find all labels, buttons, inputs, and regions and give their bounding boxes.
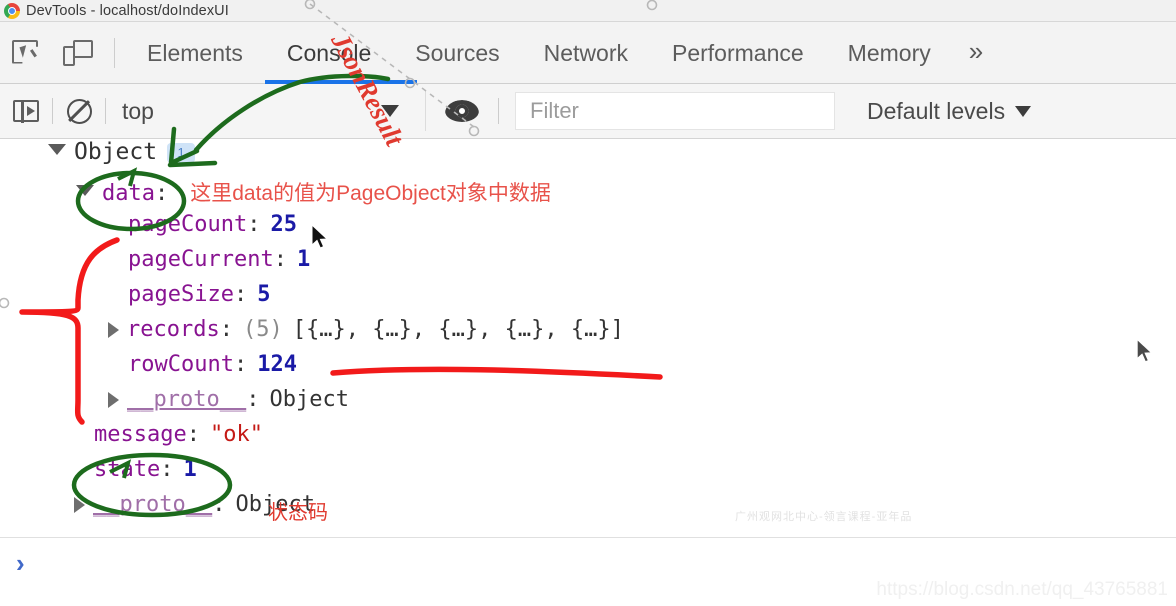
property-separator: :: [246, 387, 260, 412]
toolbar-divider: [498, 98, 499, 124]
object-label: Object: [74, 139, 158, 165]
chrome-logo-icon: [4, 2, 20, 19]
log-level-selector[interactable]: Default levels: [867, 97, 1032, 125]
property-row-state[interactable]: state : 1: [0, 457, 1176, 492]
property-value: 124: [257, 352, 297, 377]
devtools-tab-strip: Elements Console Sources Network Perform…: [0, 22, 1176, 84]
property-separator: :: [160, 457, 174, 482]
live-expression-button[interactable]: [426, 84, 498, 139]
mouse-cursor-secondary: [1136, 338, 1154, 363]
console-sidebar-button[interactable]: [0, 84, 52, 139]
property-separator: :: [154, 181, 169, 206]
inspect-element-button[interactable]: [0, 22, 52, 84]
tab-sources[interactable]: Sources: [393, 22, 521, 84]
property-key: pageCount: [128, 212, 248, 237]
property-key: rowCount: [128, 352, 234, 377]
tab-label: Performance: [672, 39, 804, 66]
property-key: message: [94, 422, 187, 447]
execution-context-value: top: [122, 97, 154, 124]
device-toolbar-button[interactable]: [52, 22, 104, 84]
tab-network[interactable]: Network: [522, 22, 650, 84]
property-key: state: [94, 457, 161, 482]
property-separator: :: [247, 212, 261, 237]
property-value: 5: [257, 282, 271, 307]
toolbar-divider: [114, 37, 115, 68]
tab-performance[interactable]: Performance: [650, 22, 826, 84]
property-value: Object: [269, 387, 349, 412]
property-row-pagecount[interactable]: pageCount : 25: [0, 212, 1176, 247]
property-separator: :: [273, 247, 287, 272]
property-row-data[interactable]: data : 这里data的值为PageObject对象中数据: [0, 177, 1176, 212]
property-row-message[interactable]: message : "ok": [0, 422, 1176, 457]
property-row-rowcount[interactable]: rowCount : 124: [0, 352, 1176, 387]
triangle-down-icon[interactable]: [48, 144, 66, 155]
property-key: records: [127, 317, 220, 342]
chevron-down-icon: [1015, 105, 1032, 117]
annotation-data-note: 这里data的值为PageObject对象中数据: [190, 182, 551, 205]
property-value: 1: [296, 247, 311, 272]
window-title: DevTools - localhost/doIndexUI: [26, 2, 229, 19]
tab-label: Memory: [847, 39, 931, 66]
clear-console-icon: [66, 98, 92, 124]
triangle-right-icon[interactable]: [108, 392, 119, 408]
log-count-badge: 1: [167, 143, 196, 163]
tab-label: Network: [543, 39, 628, 66]
prompt-chevron-icon: ›: [16, 548, 25, 578]
property-separator: :: [212, 492, 226, 517]
triangle-right-icon[interactable]: [74, 497, 85, 513]
property-row-pagesize[interactable]: pageSize : 5: [0, 282, 1176, 317]
property-row-proto-inner[interactable]: __proto__ : Object: [0, 387, 1176, 422]
property-row-pagecurrent[interactable]: pageCurrent : 1: [0, 247, 1176, 282]
property-key: data: [102, 181, 155, 206]
property-separator: :: [233, 282, 248, 307]
filter-placeholder: Filter: [530, 98, 579, 123]
property-key: __proto__: [127, 387, 247, 412]
property-row-proto-outer[interactable]: __proto__ : Object: [0, 492, 1176, 527]
property-separator: :: [233, 352, 248, 377]
tab-label: Sources: [415, 39, 500, 66]
filter-input[interactable]: Filter: [515, 92, 835, 130]
property-separator: :: [186, 422, 200, 447]
property-value: "ok": [209, 422, 263, 447]
property-value: 25: [270, 212, 297, 237]
log-entry-root[interactable]: Object 1: [0, 139, 1176, 177]
property-value: 1: [183, 457, 197, 482]
tab-memory[interactable]: Memory: [826, 22, 953, 84]
watermark-url: https://blog.csdn.net/qq_43765881: [876, 579, 1168, 600]
console-sidebar-icon: [13, 99, 39, 123]
tab-elements[interactable]: Elements: [125, 22, 265, 84]
property-separator: :: [219, 317, 233, 342]
property-value: [{…}, {…}, {…}, {…}, {…}]: [292, 317, 624, 342]
property-key: pageCurrent: [128, 247, 274, 272]
console-output: Object 1 data : 这里data的值为PageObject对象中数据…: [0, 139, 1176, 537]
device-toolbar-icon: [63, 39, 93, 66]
inspect-element-icon: [12, 39, 40, 66]
property-key: __proto__: [93, 492, 213, 517]
triangle-down-icon[interactable]: [76, 185, 94, 196]
property-key: pageSize: [128, 282, 234, 307]
property-row-records[interactable]: records : (5) [{…}, {…}, {…}, {…}, {…}]: [0, 317, 1176, 352]
log-level-label: Default levels: [867, 97, 1006, 124]
devtools-window: DevTools - localhost/doIndexUI Elements …: [0, 0, 1176, 606]
array-length: (5): [242, 317, 283, 342]
more-tabs-icon[interactable]: »: [953, 22, 999, 84]
live-expression-eye-icon: [445, 100, 479, 122]
clear-console-button[interactable]: [53, 84, 105, 139]
watermark-chinese: 广州观网北中心-领言课程-亚年品: [735, 511, 913, 523]
tab-label: Elements: [147, 39, 243, 66]
console-toolbar: top Filter Default levels: [0, 84, 1176, 139]
triangle-right-icon[interactable]: [108, 322, 119, 338]
title-bar: DevTools - localhost/doIndexUI: [0, 0, 1176, 22]
annotation-statuscode-label: 状态码: [268, 502, 328, 524]
mouse-cursor-primary: [311, 224, 329, 249]
